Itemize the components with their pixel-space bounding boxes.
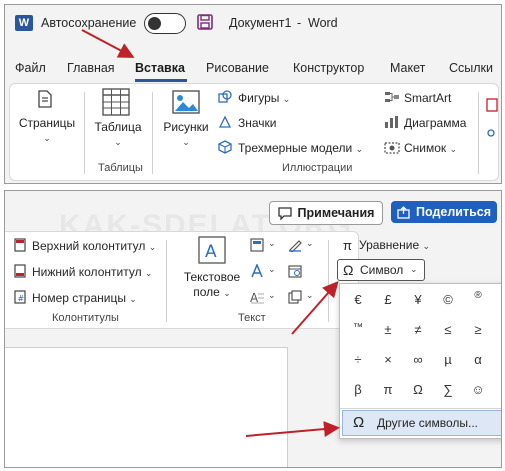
chevron-down-icon: ⌄ [129, 294, 137, 304]
share-label: Поделиться [415, 205, 492, 219]
svg-text:A: A [250, 291, 259, 304]
signature-icon[interactable] [288, 238, 302, 252]
symbol-dropdown: € £ ¥ © ® ™ ± ≠ ≤ ≥ ÷ × ∞ µ α β π Ω ∑ ☺ … [339, 283, 501, 439]
chevron-down-icon: ⌄ [148, 242, 157, 252]
page-number-button[interactable]: Номер страницы ⌄ [32, 291, 137, 305]
text-group-label: Текст [238, 312, 266, 324]
footer-label: Нижний колонтитул [32, 265, 142, 279]
object-icon[interactable] [288, 290, 302, 304]
wordart-icon[interactable] [250, 264, 264, 278]
symbol-greater-equal[interactable]: ≥ [463, 322, 493, 337]
chevron-down-icon: ⌄ [268, 264, 276, 274]
equation-button[interactable]: Уравнение ⌄ [359, 238, 430, 252]
symbol-micro[interactable]: µ [433, 352, 463, 367]
comment-icon [277, 206, 292, 220]
page-number-label: Номер страницы [32, 291, 126, 305]
chevron-down-icon: ⌄ [223, 288, 231, 298]
symbol-plusminus[interactable]: ± [373, 322, 403, 337]
share-button[interactable]: Поделиться [391, 201, 497, 223]
more-symbols-label: Другие символы... [377, 416, 478, 430]
symbol-trademark[interactable]: ™ [343, 322, 373, 333]
equation-label: Уравнение [359, 238, 420, 252]
headers-group-label: Колонтитулы [52, 312, 119, 324]
symbol-divide[interactable]: ÷ [343, 352, 373, 367]
textbox-icon: A [198, 236, 226, 264]
textbox-button[interactable]: Текстовое поле ⌄ [176, 270, 248, 301]
symbol-label: Символ [360, 263, 404, 277]
header-label: Верхний колонтитул [32, 239, 146, 253]
symbol-pi[interactable]: π [373, 382, 403, 397]
chevron-down-icon: ⌄ [410, 264, 418, 274]
dropdown-divider [340, 408, 501, 409]
more-symbols-button[interactable]: Ω Другие символы... [342, 410, 501, 436]
symbol-not-equal[interactable]: ≠ [403, 322, 433, 337]
page-number-icon: # [14, 290, 26, 304]
dropcap-icon[interactable]: A [250, 290, 264, 304]
document-page[interactable] [5, 347, 288, 467]
textbox-label-line1: Текстовое [183, 270, 241, 284]
header-icon [14, 238, 26, 252]
omega-icon: Ω [353, 414, 365, 431]
chevron-down-icon: ⌄ [144, 268, 153, 278]
comments-label: Примечания [297, 206, 375, 220]
symbol-smiley[interactable]: ☺ [463, 382, 493, 397]
equation-icon: π [343, 238, 352, 253]
omega-icon: Ω [343, 262, 354, 278]
quick-parts-icon[interactable] [250, 238, 264, 252]
symbol-yen[interactable]: ¥ [403, 292, 433, 307]
symbol-alpha[interactable]: α [463, 352, 493, 367]
date-time-icon[interactable] [288, 264, 302, 278]
symbol-omega[interactable]: Ω [403, 382, 433, 397]
svg-text:#: # [18, 294, 25, 303]
chevron-down-icon: ⌄ [268, 290, 276, 300]
symbol-infinity[interactable]: ∞ [403, 352, 433, 367]
symbol-pound[interactable]: £ [373, 292, 403, 307]
svg-text:A: A [205, 242, 217, 262]
symbol-beta[interactable]: β [343, 382, 373, 397]
comments-button[interactable]: Примечания [269, 201, 383, 225]
ribbon-header-text: Верхний колонтитул ⌄ Нижний колонтитул ⌄… [5, 231, 359, 329]
footer-icon [14, 264, 26, 278]
symbol-less-equal[interactable]: ≤ [433, 322, 463, 337]
symbol-sum[interactable]: ∑ [433, 382, 463, 397]
symbol-euro[interactable]: € [343, 292, 373, 307]
share-icon [397, 205, 410, 219]
chevron-down-icon: ⌄ [306, 290, 314, 300]
symbol-multiply[interactable]: × [373, 352, 403, 367]
chevron-down-icon: ⌄ [306, 238, 314, 248]
word-window-bottom: KAK-SDELAT.ORG Примечания Поделиться Вер… [4, 190, 502, 468]
textbox-label-line2: поле [193, 285, 220, 299]
chevron-down-icon: ⌄ [268, 238, 276, 248]
footer-button[interactable]: Нижний колонтитул ⌄ [32, 265, 152, 279]
chevron-down-icon: ⌄ [422, 241, 431, 251]
symbol-button[interactable]: Ω Символ ⌄ [337, 259, 425, 281]
symbol-copyright[interactable]: © [433, 292, 463, 307]
symbol-registered[interactable]: ® [463, 290, 493, 301]
header-button[interactable]: Верхний колонтитул ⌄ [32, 239, 156, 253]
